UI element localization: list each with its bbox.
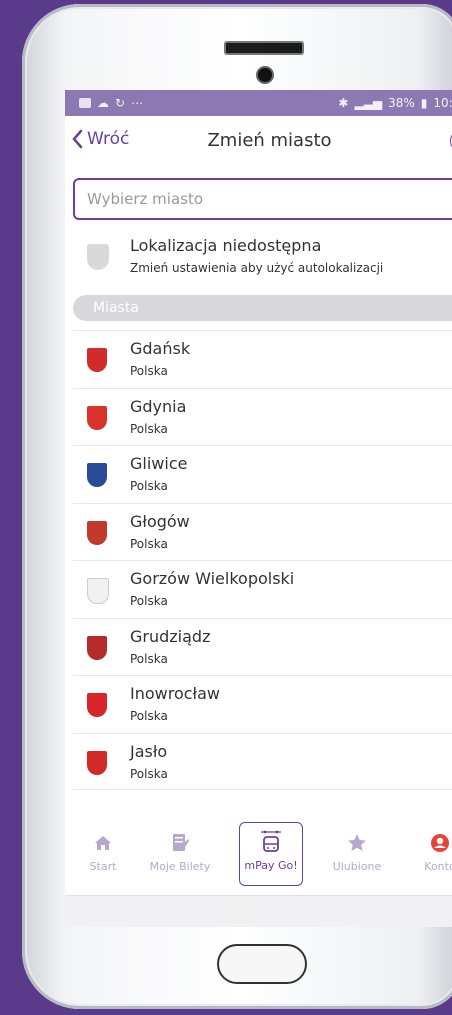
city-country: Polska [130,364,168,378]
city-name: Głogów [130,511,190,531]
city-row[interactable]: Inowrocław Polska [73,675,452,733]
city-list: Gdańsk Polska Gdynia Polska Gliwice Pols… [73,330,452,790]
clock: 10:27 [433,96,452,110]
tab-label: Moje Bilety [149,860,211,873]
bus-icon [261,830,281,852]
city-country: Polska [130,709,168,723]
home-icon [95,836,111,850]
tab-moje-bilety[interactable]: Moje Bilety [145,830,215,873]
bottom-tab-bar: Start Moje Bilety mPay Go! Ulubione Kont [65,820,452,890]
tab-mpay-go[interactable]: mPay Go! [239,822,303,886]
page-title: Zmień miasto [207,130,332,151]
account-icon [431,834,449,852]
city-row[interactable]: Gorzów Wielkopolski Polska [73,560,452,618]
location-title: Lokalizacja niedostępna [130,236,322,255]
city-crest-icon [87,520,107,545]
location-row[interactable]: Lokalizacja niedostępna Zmień ustawienia… [65,232,452,290]
front-camera [258,68,272,82]
tab-label: Start [89,860,117,873]
phone-frame: ☁ ↻ ⋯ ✱ ▂▃▅ 38% ▮ 10:27 Wróć Zmień miast… [22,4,452,1009]
tab-start[interactable]: Start [68,830,138,873]
battery-percent: 38% [388,96,415,110]
city-country: Polska [130,479,168,493]
city-row[interactable]: Grudziądz Polska [73,617,452,676]
location-crest-icon [87,244,109,270]
city-row[interactable]: Gliwice Polska [73,445,452,503]
city-name: Gliwice [130,454,188,473]
city-row[interactable]: Gdynia Polska [73,387,452,446]
city-name: Grudziądz [130,626,211,646]
city-crest-icon [87,693,107,717]
speaker-grille [224,41,304,55]
city-crest-icon [87,405,107,430]
tab-konto[interactable]: Konto [405,830,452,873]
city-crest-icon [87,750,107,775]
nav-bar: Wróć Zmień miasto ? [65,116,452,170]
city-country: Polska [130,594,168,608]
city-country: Polska [130,536,168,551]
city-crest-icon [87,463,107,487]
city-row[interactable]: Jasło Polska [73,732,452,790]
star-icon [348,834,366,851]
home-button[interactable] [217,944,307,984]
tab-label: Ulubione [332,860,382,873]
city-name: Gdańsk [130,339,191,358]
bluetooth-icon: ✱ [338,96,349,110]
city-row[interactable]: Gdańsk Polska [73,330,452,388]
city-crest-icon [87,578,109,604]
city-name: Inowrocław [130,684,220,703]
city-search-input[interactable] [73,178,452,220]
city-name: Gdynia [130,396,187,416]
sync-icon: ↻ [115,96,126,110]
tab-ulubione[interactable]: Ulubione [322,830,392,873]
status-bar: ☁ ↻ ⋯ ✱ ▂▃▅ 38% ▮ 10:27 [65,90,452,116]
cloud-icon: ☁ [97,96,109,110]
image-icon [79,98,91,108]
city-country: Polska [130,421,168,436]
more-icon: ⋯ [131,96,144,110]
ticket-icon [173,834,189,851]
tab-label: mPay Go! [244,859,298,872]
city-country: Polska [130,766,168,781]
city-crest-icon [87,348,107,372]
city-crest-icon [87,635,107,660]
tab-label: Konto [424,860,452,873]
location-subtitle: Zmień ustawienia aby użyć autolokalizacj… [130,261,384,275]
app-screen: ☁ ↻ ⋯ ✱ ▂▃▅ 38% ▮ 10:27 Wróć Zmień miast… [65,90,452,927]
bottom-system-bar [65,895,452,927]
city-row[interactable]: Głogów Polska [73,502,452,561]
city-country: Polska [130,651,168,666]
battery-icon: ▮ [420,96,428,110]
city-name: Jasło [130,741,168,761]
city-name: Gorzów Wielkopolski [130,569,295,588]
signal-icon: ▂▃▅ [354,96,383,110]
section-header-cities: Miasta [73,295,452,321]
